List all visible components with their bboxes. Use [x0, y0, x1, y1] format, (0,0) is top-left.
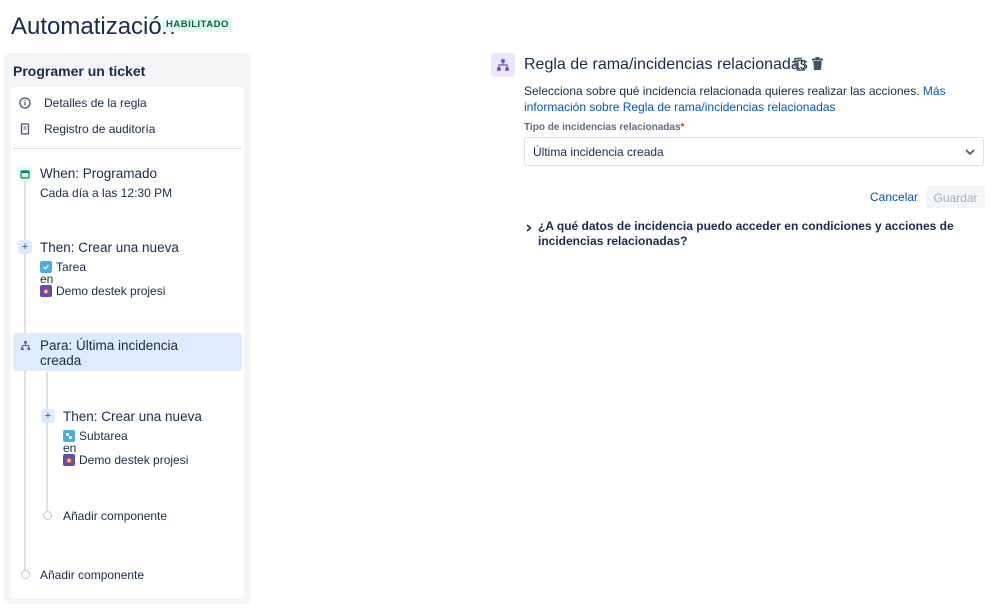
status-badge: HABILITADO — [162, 18, 233, 32]
related-issues-field-label: Tipo de incidencias relacionadas* — [524, 122, 685, 133]
plus-icon: + — [41, 409, 55, 423]
save-button[interactable]: Guardar — [926, 186, 985, 208]
chevron-right-icon — [526, 222, 538, 249]
divider — [13, 148, 242, 149]
branch-timeline-line — [46, 372, 48, 512]
copy-icon[interactable] — [794, 57, 806, 76]
add-component-branch-button[interactable]: Añadir componente — [63, 509, 167, 523]
info-icon — [18, 96, 32, 110]
page-title: Automatización — [11, 13, 176, 40]
description-text: Selecciona sobre qué incidencia relacion… — [524, 84, 920, 98]
trash-icon[interactable] — [811, 57, 824, 76]
menu-rule-details-label: Detalles de la regla — [44, 96, 147, 110]
add-node-icon — [21, 570, 30, 579]
trigger-step[interactable]: When: Programado — [40, 166, 157, 181]
select-value: Última incidencia creada — [533, 144, 664, 159]
branch-title-line2: creada — [40, 353, 82, 368]
menu-audit-log[interactable]: Registro de auditoría — [18, 122, 155, 136]
branch-icon — [18, 338, 32, 352]
plus-icon: + — [18, 240, 32, 254]
faq-expander[interactable]: ¿A qué datos de incidencia puedo acceder… — [526, 219, 976, 249]
related-issues-select[interactable]: Última incidencia creada — [524, 137, 984, 166]
project-name: Demo destek projesi — [79, 453, 189, 467]
project-ref: Demo destek projesi — [63, 453, 188, 467]
add-node-icon — [43, 511, 52, 520]
cancel-button[interactable]: Cancelar — [862, 186, 926, 208]
branch-title-line1: Para: Última incidencia — [40, 338, 179, 353]
rule-name: Programer un ticket — [13, 63, 146, 79]
project-avatar-icon — [63, 454, 75, 466]
menu-audit-log-label: Registro de auditoría — [44, 122, 156, 136]
action-step-2[interactable]: Then: Crear una nueva — [63, 409, 202, 424]
calendar-icon — [18, 167, 32, 181]
component-title: Regla de rama/incidencias relacionadas — [524, 56, 808, 73]
trigger-schedule: Cada día a las 12:30 PM — [40, 186, 173, 200]
branch-step[interactable]: Para: Última incidencia creada — [40, 338, 178, 368]
project-name: Demo destek projesi — [56, 284, 166, 298]
timeline-line — [24, 180, 26, 570]
branch-icon — [491, 53, 515, 77]
chevron-down-icon — [965, 146, 975, 158]
audit-log-icon — [18, 122, 32, 136]
project-avatar-icon — [40, 285, 52, 297]
component-description: Selecciona sobre qué incidencia relacion… — [524, 83, 984, 115]
menu-rule-details[interactable]: Detalles de la regla — [18, 96, 147, 110]
project-ref: Demo destek projesi — [40, 284, 165, 298]
issue-type-label: Subtarea — [79, 429, 128, 443]
issue-type-label: Tarea — [56, 260, 87, 274]
add-component-button[interactable]: Añadir componente — [40, 568, 144, 582]
faq-text: ¿A qué datos de incidencia puedo acceder… — [538, 219, 954, 248]
action-step-1[interactable]: Then: Crear una nueva — [40, 240, 179, 255]
required-mark: * — [680, 122, 685, 133]
